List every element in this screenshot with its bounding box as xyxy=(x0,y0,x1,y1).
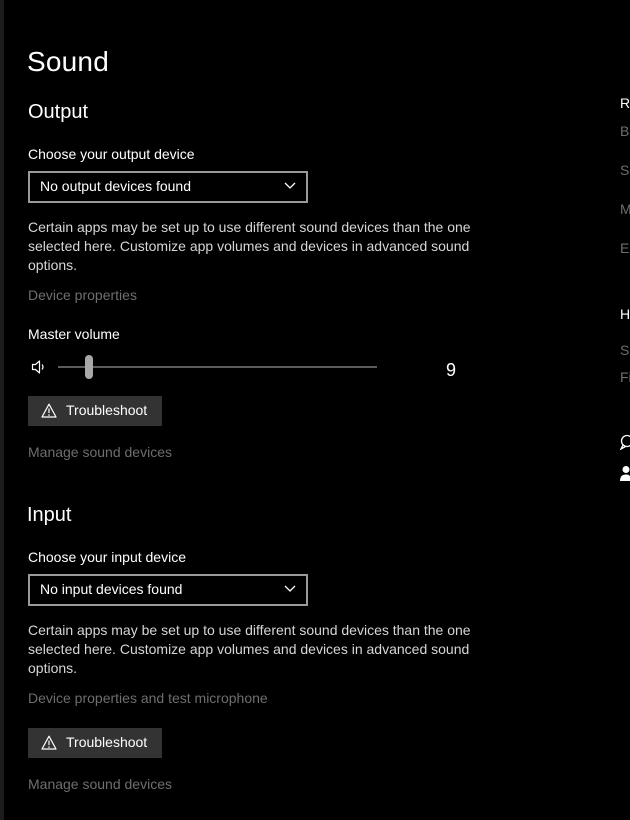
input-device-dropdown[interactable]: No input devices found xyxy=(28,574,308,606)
warning-triangle-icon xyxy=(41,403,57,418)
output-device-label: Choose your output device xyxy=(28,146,195,162)
help-item[interactable]: Se xyxy=(620,342,630,358)
input-troubleshoot-label: Troubleshoot xyxy=(66,734,148,750)
help-item[interactable]: Fi xyxy=(620,369,630,385)
input-device-properties-link[interactable]: Device properties and test microphone xyxy=(28,690,268,706)
feedback-icon[interactable] xyxy=(620,434,630,450)
chevron-down-icon xyxy=(284,585,296,592)
output-device-dropdown[interactable]: No output devices found xyxy=(28,171,308,203)
related-settings-heading: Re xyxy=(620,95,630,111)
output-troubleshoot-button[interactable]: Troubleshoot xyxy=(28,396,162,426)
output-description: Certain apps may be set up to use differ… xyxy=(28,219,471,273)
help-heading: H xyxy=(620,306,630,322)
related-setting-item[interactable]: Sc xyxy=(620,162,630,178)
output-manage-devices-link[interactable]: Manage sound devices xyxy=(28,444,172,460)
window-left-edge xyxy=(0,0,4,820)
related-setting-item[interactable]: Ea xyxy=(620,240,630,256)
master-volume-slider-track[interactable] xyxy=(58,366,377,368)
output-device-value: No output devices found xyxy=(40,178,191,194)
master-volume-value: 9 xyxy=(446,360,457,380)
input-device-value: No input devices found xyxy=(40,581,183,597)
input-description: Certain apps may be set up to use differ… xyxy=(28,622,471,676)
input-section-title: Input xyxy=(27,504,72,526)
input-troubleshoot-button[interactable]: Troubleshoot xyxy=(28,728,162,758)
input-device-label: Choose your input device xyxy=(28,549,186,565)
master-volume-label: Master volume xyxy=(28,326,120,342)
speaker-icon[interactable] xyxy=(31,359,47,375)
output-troubleshoot-label: Troubleshoot xyxy=(66,402,148,418)
related-setting-item[interactable]: Bl xyxy=(620,123,630,139)
output-section-title: Output xyxy=(28,101,89,123)
chevron-down-icon xyxy=(284,182,296,189)
master-volume-slider-thumb[interactable] xyxy=(85,355,93,379)
output-device-properties-link[interactable]: Device properties xyxy=(28,287,137,303)
person-icon[interactable] xyxy=(620,465,630,482)
related-setting-item[interactable]: M xyxy=(620,201,630,217)
page-title: Sound xyxy=(27,46,109,77)
warning-triangle-icon xyxy=(41,735,57,750)
input-manage-devices-link[interactable]: Manage sound devices xyxy=(28,776,172,792)
